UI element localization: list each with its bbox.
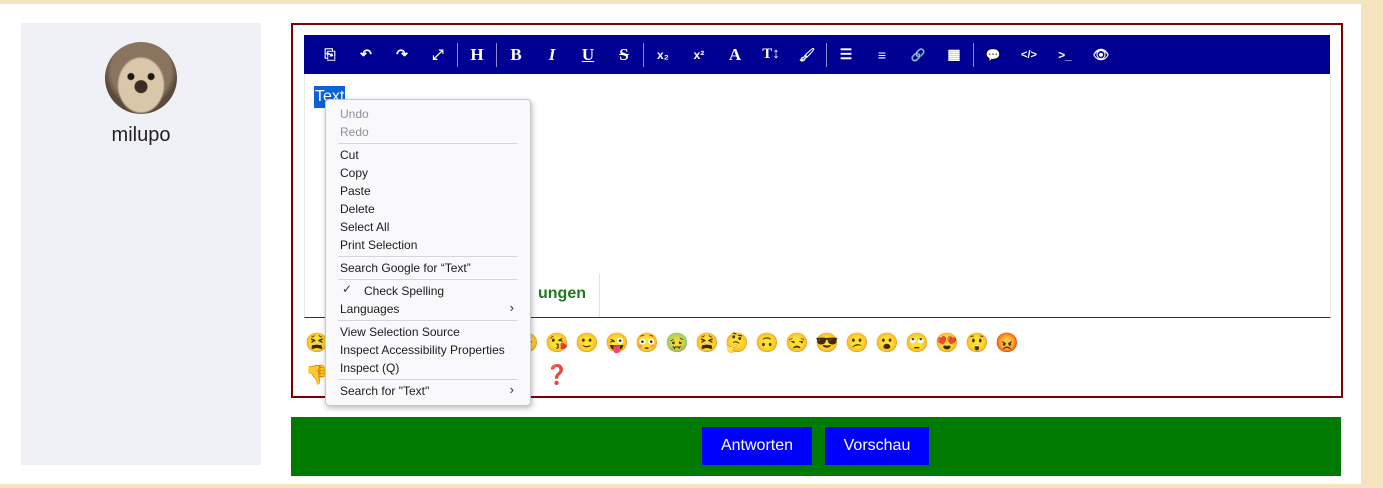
emoji-icon[interactable]: 🤢 [664,331,690,355]
emoji-icon[interactable]: 🙃 [754,331,780,355]
undo-icon[interactable]: ↶ [348,35,384,74]
emoji-icon[interactable]: 🤔 [724,331,750,355]
brush-icon[interactable]: 🖌 [789,35,825,74]
strikethrough-icon[interactable]: S [606,35,642,74]
question-icon[interactable]: ❓ [544,363,570,387]
menu-item-inspect[interactable]: Inspect (Q) [340,359,399,377]
action-bar: Antworten Vorschau [291,417,1341,476]
list-icon[interactable]: ☰ [828,35,864,74]
menu-divider [338,256,517,257]
font-icon[interactable]: A [717,35,753,74]
emoji-icon[interactable]: 😕 [844,331,870,355]
checkmark-icon: ✓ [342,282,353,296]
fullscreen-icon[interactable]: ⤢ [420,35,456,74]
menu-item-redo[interactable]: Redo [340,123,369,141]
chevron-right-icon: › [509,382,514,397]
menu-item-delete[interactable]: Delete [340,200,375,218]
toolbar-divider [457,42,458,67]
table-icon[interactable]: ▦ [936,35,972,74]
link-icon[interactable]: 🔗 [900,35,936,74]
italic-icon[interactable]: I [534,35,570,74]
emoji-icon[interactable]: 😡 [994,331,1020,355]
menu-divider [338,279,517,280]
menu-item-cut[interactable]: Cut [340,146,359,164]
align-icon[interactable]: ≡ [864,35,900,74]
menu-item-search-google[interactable]: Search Google for “Text” [340,259,471,277]
reply-button[interactable]: Antworten [702,427,812,465]
superscript-icon[interactable]: x² [681,35,717,74]
code-icon[interactable]: </> [1011,35,1047,74]
menu-item-copy[interactable]: Copy [340,164,368,182]
emoji-icon[interactable]: 🙂 [574,331,600,355]
emoji-icon[interactable]: 😎 [814,331,840,355]
source-icon[interactable]: ⎘ [312,35,348,74]
emoji-icon[interactable]: 😜 [604,331,630,355]
user-profile-card: milupo [21,23,261,465]
menu-item-view-selection-source[interactable]: View Selection Source [340,323,460,341]
emoji-icon[interactable]: 😮 [874,331,900,355]
menu-item-select-all[interactable]: Select All [340,218,389,236]
preview-button[interactable]: Vorschau [825,427,929,465]
emoji-icon[interactable]: 😒 [784,331,810,355]
redo-icon[interactable]: ↷ [384,35,420,74]
chevron-right-icon: › [509,300,514,315]
heading-icon[interactable]: H [459,35,495,74]
menu-divider [338,320,517,321]
tab-settings-label[interactable]: ungen [538,285,586,303]
toolbar-divider [643,42,644,67]
bold-icon[interactable]: B [498,35,534,74]
context-menu: Undo Redo Cut Copy Paste Delete Select A… [325,99,531,406]
menu-item-search-for[interactable]: Search for "Text" [340,382,429,400]
menu-item-print-selection[interactable]: Print Selection [340,236,417,254]
emoji-icon[interactable]: 😍 [934,331,960,355]
menu-divider [338,143,517,144]
toolbar-divider [496,42,497,67]
emoji-icon[interactable]: 😘 [544,331,570,355]
post-panel: milupo ⎘ ↶ ↷ ⤢ H B I U S x₂ x² A T↕ 🖌 ☰ … [0,4,1361,484]
emoji-icon[interactable]: 😫 [694,331,720,355]
avatar[interactable] [105,42,177,114]
menu-item-languages[interactable]: Languages [340,300,399,318]
menu-item-undo[interactable]: Undo [340,105,369,123]
toolbar-divider [826,42,827,67]
underline-icon[interactable]: U [570,35,606,74]
menu-divider [338,379,517,380]
emoji-icon[interactable]: 🙄 [904,331,930,355]
spoiler-icon[interactable]: 👁 [1083,35,1119,74]
font-size-icon[interactable]: T↕ [753,35,789,74]
username[interactable]: milupo [21,124,261,147]
subscript-icon[interactable]: x₂ [645,35,681,74]
menu-item-paste[interactable]: Paste [340,182,371,200]
toolbar-divider [973,42,974,67]
menu-item-inspect-accessibility[interactable]: Inspect Accessibility Properties [340,341,505,359]
emoji-icon[interactable]: 😲 [964,331,990,355]
emoji-icon[interactable]: 😳 [634,331,660,355]
editor-toolbar: ⎘ ↶ ↷ ⤢ H B I U S x₂ x² A T↕ 🖌 ☰ ≡ 🔗 ▦ 💬… [304,35,1330,74]
terminal-icon[interactable]: >_ [1047,35,1083,74]
comment-icon[interactable]: 💬 [975,35,1011,74]
menu-item-check-spelling[interactable]: Check Spelling [364,282,444,300]
